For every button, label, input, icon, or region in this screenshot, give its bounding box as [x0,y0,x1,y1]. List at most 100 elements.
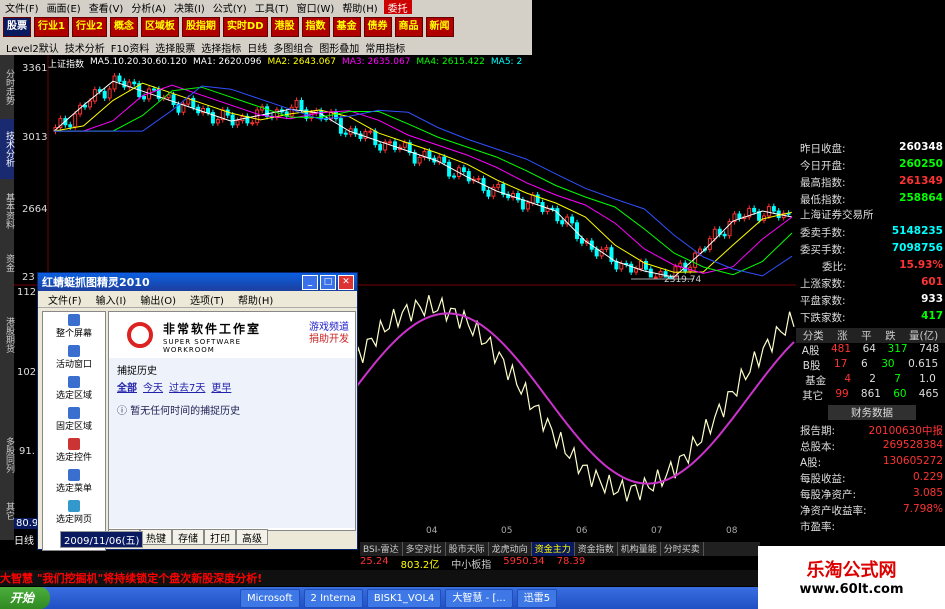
candle-body [388,141,393,144]
cat-fund[interactable]: 基金 [332,17,361,37]
tool-common-indicator[interactable]: 常用指标 [365,40,405,55]
cat-bond[interactable]: 债券 [363,17,392,37]
menu-file[interactable]: 文件(F) [3,0,41,15]
menu-analysis[interactable]: 分析(A) [129,0,168,15]
dlg-menu-options[interactable]: 选项(T) [190,292,224,307]
financial-data-header[interactable]: 财务数据 [828,405,916,420]
filter-today[interactable]: 今天 [143,379,163,394]
quote-label: 平盘家数: [800,295,846,307]
cat-futures[interactable]: 股指期 [181,17,220,37]
tab-hk-futures[interactable]: 港股期货 [0,305,14,365]
tab-institution[interactable]: 机构量能 [618,542,661,556]
tab-capital[interactable]: 资金 [0,243,14,283]
tab-multi-stock[interactable]: 多股同列 [0,425,14,485]
start-button[interactable]: 开始 [0,587,51,609]
menu-window[interactable]: 窗口(W) [295,0,337,15]
status-sme: 中小板指 [451,560,492,571]
cat-commodity[interactable]: 商品 [394,17,423,37]
tool-select-stock[interactable]: 选择股票 [155,40,195,55]
tab-tick[interactable]: 分时买卖 [661,542,704,556]
maximize-icon[interactable]: □ [320,275,336,290]
tool-select-indicator[interactable]: 选择指标 [201,40,241,55]
cat-index[interactable]: 指数 [301,17,330,37]
tab-technical[interactable]: 技术分析 [0,119,14,179]
tab-storage[interactable]: 存储 [172,529,204,545]
filter-week[interactable]: 过去7天 [169,379,205,394]
menu-decision[interactable]: 决策(I) [172,0,207,15]
y-label-2664: 2664 [22,204,48,215]
col-up: 涨 [837,330,848,342]
dlg-menu-input[interactable]: 输入(I) [96,292,127,307]
cat-hk[interactable]: 港股 [270,17,299,37]
news-ticker[interactable]: 大智慧 "我们挖掘机"将持续锁定个盘次新股深度分析! [0,570,760,586]
tool-overlay[interactable]: 图形叠加 [319,40,359,55]
tab-dragon[interactable]: 龙虎动向 [489,542,532,556]
menu-screen[interactable]: 画面(E) [45,0,83,15]
game-channel-link[interactable]: 游戏频道 [309,322,349,334]
close-icon[interactable]: ✕ [338,275,354,290]
fin-label: 报告期: [800,425,836,437]
menu-help[interactable]: 帮助(H) [340,0,379,15]
mode-active-window[interactable]: 活动窗口 [43,345,105,374]
fin-label: 净资产收益率: [800,505,867,517]
menu-formula[interactable]: 公式(Y) [211,0,249,15]
ma3-value: MA3: 2635.067 [341,57,411,67]
tab-intraday[interactable]: 分时走势 [0,57,14,117]
tab-main-capital[interactable]: 资金主力 [531,542,575,556]
fin-label: A股: [800,457,822,469]
task-xunlei[interactable]: 迅雷5 [516,588,558,608]
mode-select-region[interactable]: 选定区域 [43,376,105,405]
menu-tools[interactable]: 工具(T) [253,0,291,15]
tool-level2[interactable]: Level2默认 [6,40,59,55]
date-flag: 2009/11/06(五) [60,531,144,548]
tab-fundamentals[interactable]: 基本资料 [0,181,14,241]
tool-daily[interactable]: 日线 [247,40,267,55]
dlg-menu-help[interactable]: 帮助(H) [238,292,273,307]
mode-webpage[interactable]: 选定网页 [43,500,105,529]
col-class: 分类 [802,330,824,342]
menu-view[interactable]: 查看(V) [87,0,126,15]
tool-tech[interactable]: 技术分析 [65,40,105,55]
tab-other[interactable]: 其它 [0,491,14,531]
minimize-icon[interactable]: _ [302,275,318,290]
dlg-menu-file[interactable]: 文件(F) [48,292,82,307]
candle-body [442,156,447,163]
tab-print[interactable]: 打印 [204,529,236,545]
tab-capital-index[interactable]: 资金指数 [575,542,618,556]
task-dzh[interactable]: 大智慧 - [... [445,588,513,608]
dlg-menu-output[interactable]: 输出(O) [140,292,176,307]
tab-bsi[interactable]: BSI-雷达 [360,542,403,556]
mode-full-screen[interactable]: 整个屏幕 [43,314,105,343]
tab-skyline[interactable]: 股市天际 [446,542,489,556]
cat-region[interactable]: 区域板 [140,17,179,37]
indicator-tab-strip: BSI-雷达 多空对比 股市天际 龙虎动向 资金主力 资金指数 机构量能 分时买… [360,542,760,556]
cat-industry1[interactable]: 行业1 [34,17,69,37]
cat-concept[interactable]: 概念 [109,17,138,37]
mode-control[interactable]: 选定控件 [43,438,105,467]
tab-longshort[interactable]: 多空对比 [403,542,446,556]
task-internet[interactable]: 2 Interna [303,588,363,608]
tool-f10[interactable]: F10资料 [111,40,149,55]
filter-earlier[interactable]: 更早 [211,379,231,394]
tab-hotkey[interactable]: 热键 [140,529,172,545]
y-label-3361: 3361 [22,63,48,74]
cell: 7 [894,373,901,385]
x-tick-label: 05 [501,526,512,535]
tab-advanced[interactable]: 高级 [236,529,268,545]
cat-realtime[interactable]: 实时DD [222,17,268,37]
menu-trade[interactable]: 委托 [383,0,412,15]
cat-industry2[interactable]: 行业2 [71,17,107,37]
candle-body [560,220,565,225]
mode-fixed-region[interactable]: 固定区域 [43,407,105,436]
dialog-title: 红蜻蜓抓图精灵2010 [42,276,150,289]
mode-menu[interactable]: 选定菜单 [43,469,105,498]
donate-link[interactable]: 捐助开发 [309,334,349,346]
cat-stocks[interactable]: 股票 [3,17,31,37]
filter-all[interactable]: 全部 [117,379,137,394]
tool-multichart[interactable]: 多图组合 [273,40,313,55]
task-microsoft[interactable]: Microsoft [240,588,300,608]
dialog-titlebar[interactable]: 红蜻蜓抓图精灵2010 _ □ ✕ [38,273,357,291]
task-bisk[interactable]: BISK1_VOL4 [366,588,442,608]
candle-body [151,88,156,91]
cat-news[interactable]: 新闻 [425,17,454,37]
